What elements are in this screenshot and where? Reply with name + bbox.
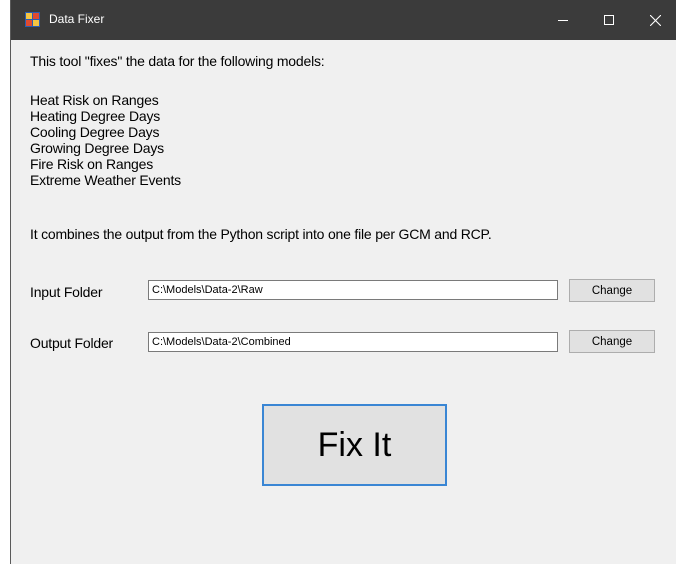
list-item: Growing Degree Days <box>30 140 164 156</box>
window-title: Data Fixer <box>49 12 105 26</box>
output-folder-label: Output Folder <box>30 335 113 351</box>
close-button[interactable] <box>632 0 676 40</box>
list-item: Extreme Weather Events <box>30 172 181 188</box>
app-icon <box>25 12 40 27</box>
input-change-button[interactable]: Change <box>569 279 655 302</box>
input-folder-field[interactable] <box>148 280 558 300</box>
list-item: Fire Risk on Ranges <box>30 156 154 172</box>
output-folder-field[interactable] <box>148 332 558 352</box>
output-change-button[interactable]: Change <box>569 330 655 353</box>
description-text: It combines the output from the Python s… <box>30 226 492 242</box>
close-icon <box>649 14 661 26</box>
minimize-button[interactable] <box>540 0 586 40</box>
list-item: Cooling Degree Days <box>30 124 160 140</box>
minimize-icon <box>558 20 568 21</box>
list-item: Heat Risk on Ranges <box>30 92 159 108</box>
main-window: Data Fixer This tool "fixes" the data fo… <box>10 0 676 564</box>
models-list: Heat Risk on Ranges Heating Degree Days … <box>30 92 181 188</box>
title-bar[interactable]: Data Fixer <box>11 0 676 40</box>
intro-text: This tool "fixes" the data for the follo… <box>30 53 325 69</box>
fix-it-button[interactable]: Fix It <box>262 404 447 486</box>
maximize-icon <box>604 15 614 25</box>
input-folder-label: Input Folder <box>30 284 103 300</box>
maximize-button[interactable] <box>586 0 632 40</box>
list-item: Heating Degree Days <box>30 108 161 124</box>
